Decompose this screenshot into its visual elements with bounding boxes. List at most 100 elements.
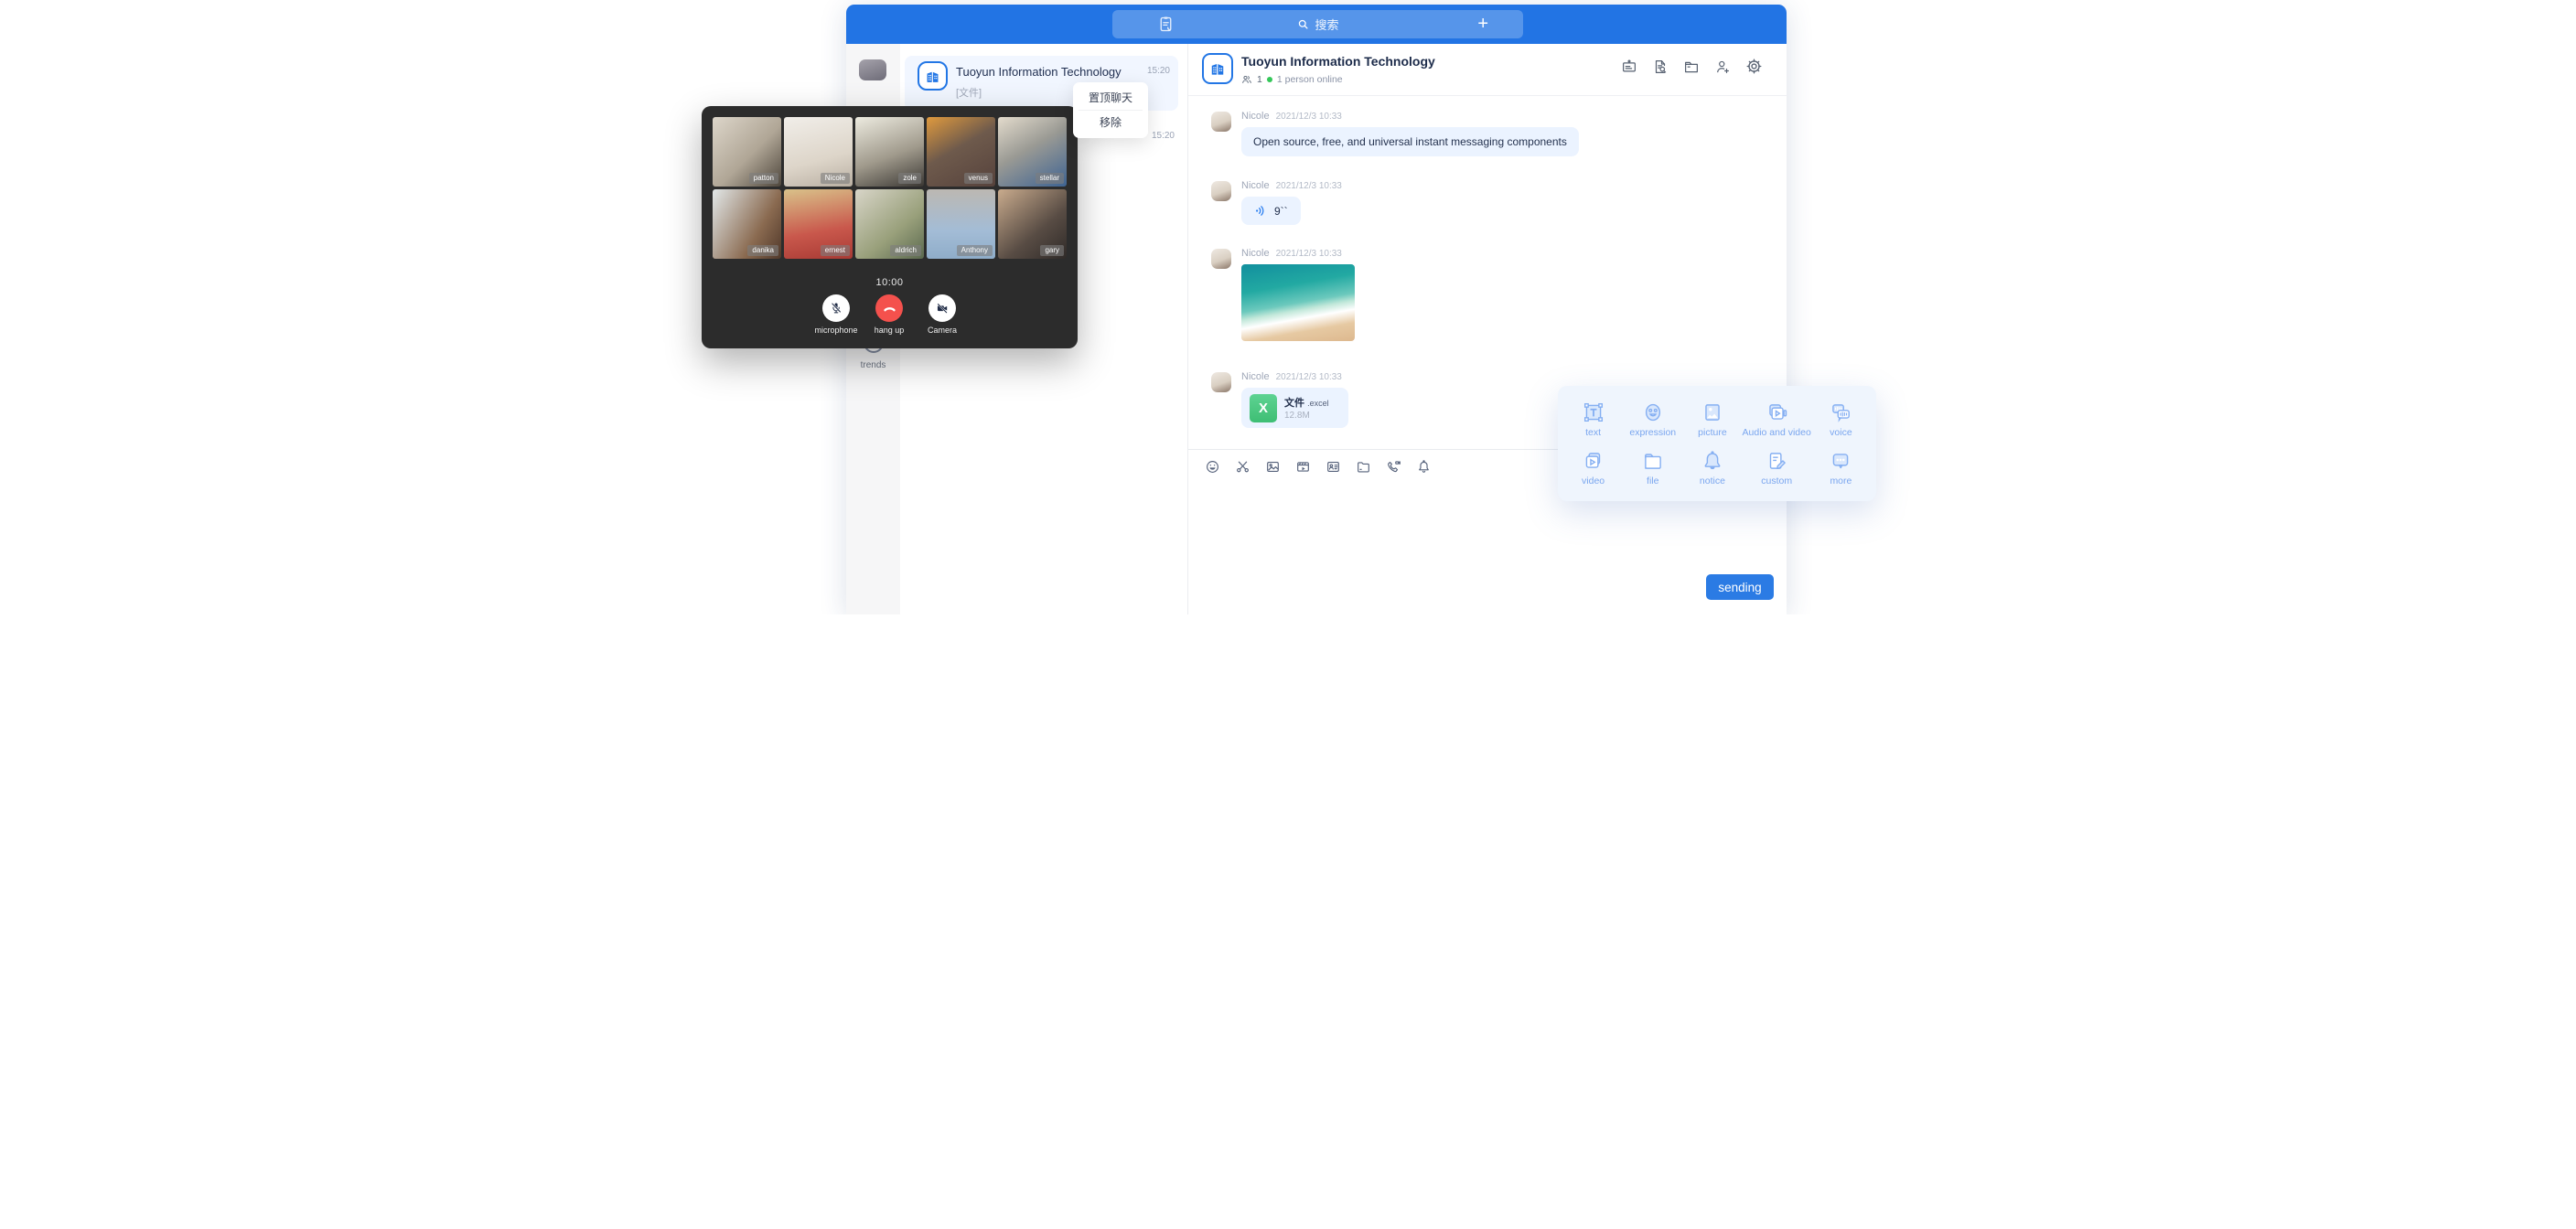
group-avatar (918, 61, 948, 91)
feature-label: custom (1761, 476, 1792, 486)
feature-label: notice (1700, 476, 1725, 486)
file-message-bubble[interactable]: X 文件 .excel 12.8M (1241, 388, 1348, 428)
picture-icon[interactable] (1265, 459, 1281, 479)
custom-icon (1765, 449, 1788, 473)
video-icon (1582, 449, 1605, 473)
microphone-muted-icon (829, 301, 843, 315)
sender-name: Nicole (1241, 111, 1270, 122)
picture-icon (1701, 401, 1724, 424)
building-icon (1208, 59, 1227, 78)
feature-label: more (1830, 476, 1852, 486)
screenshot-scissors-icon[interactable] (1235, 459, 1250, 479)
search-icon (1296, 17, 1310, 31)
file-ext: .excel (1307, 399, 1329, 408)
sender-avatar[interactable] (1211, 372, 1231, 392)
sender-avatar[interactable] (1211, 181, 1231, 201)
feature-picture[interactable]: picture (1682, 395, 1742, 444)
call-participant-tile[interactable]: stellar (998, 117, 1067, 187)
conversation-title: Tuoyun Information Technology (956, 65, 1122, 79)
call-participant-tile[interactable]: ernest (784, 189, 853, 259)
member-count: 1 (1257, 74, 1262, 85)
voice-icon (1829, 401, 1852, 424)
call-participant-tile[interactable]: aldrich (855, 189, 924, 259)
conversation-preview: [文件] (956, 85, 982, 100)
send-button[interactable]: sending (1706, 574, 1774, 600)
text-message-bubble[interactable]: Open source, free, and universal instant… (1241, 127, 1579, 156)
search-field[interactable]: 搜索 (1112, 16, 1523, 33)
folder-icon[interactable] (1356, 459, 1371, 479)
call-participant-tile[interactable]: zole (855, 117, 924, 187)
message-time: 2021/12/3 10:33 (1276, 249, 1342, 259)
chat-title: Tuoyun Information Technology (1241, 54, 1435, 69)
hang-up-label: hang up (862, 326, 917, 335)
participant-name-label: Anthony (957, 245, 993, 256)
microphone-label: microphone (809, 326, 864, 335)
menu-item-pin-chat[interactable]: 置顶聊天 (1073, 86, 1148, 110)
composer-toolbar (1205, 459, 1432, 479)
call-participant-tile[interactable]: Anthony (927, 189, 995, 259)
participant-grid: patton Nicole zole venus stellar danika … (713, 117, 1067, 259)
feature-text[interactable]: text (1563, 395, 1623, 444)
feature-custom[interactable]: custom (1743, 444, 1811, 492)
participant-name-label: aldrich (890, 245, 921, 256)
add-member-icon[interactable] (1714, 59, 1731, 75)
microphone-button[interactable] (822, 294, 850, 322)
settings-gear-icon[interactable] (1745, 58, 1763, 75)
call-participant-tile[interactable]: venus (927, 117, 995, 187)
message-text: Open source, free, and universal instant… (1241, 127, 1579, 156)
notification-bell-icon[interactable] (1416, 459, 1432, 479)
search-history-icon[interactable] (1652, 59, 1669, 75)
feature-label: video (1582, 476, 1605, 486)
feature-label: Audio and video (1743, 427, 1811, 438)
feature-video[interactable]: video (1563, 444, 1623, 492)
sender-avatar[interactable] (1211, 112, 1231, 132)
top-bar: 搜索 + (846, 5, 1787, 44)
menu-item-remove[interactable]: 移除 (1073, 111, 1148, 134)
user-avatar[interactable] (859, 59, 886, 80)
feature-audio-video[interactable]: Audio and video (1743, 395, 1811, 444)
camera-button[interactable] (928, 294, 956, 322)
file-folder-icon (1641, 449, 1665, 473)
hang-up-button[interactable] (875, 294, 903, 322)
add-button[interactable]: + (1477, 14, 1488, 34)
call-participant-tile[interactable]: danika (713, 189, 781, 259)
image-message-beach-photo[interactable] (1241, 264, 1355, 341)
participant-name-label: ernest (821, 245, 850, 256)
notice-bell-icon (1701, 449, 1724, 473)
files-icon[interactable] (1683, 59, 1700, 75)
emoji-icon[interactable] (1205, 459, 1220, 479)
conversation-time-2: 15:20 (1152, 131, 1175, 141)
voice-message-bubble[interactable]: 9`` (1241, 197, 1301, 225)
trends-label: trends (846, 360, 900, 370)
hang-up-icon (882, 301, 897, 316)
screen: 搜索 + trends (644, 0, 1932, 614)
participant-name-label: gary (1040, 245, 1064, 256)
video-clapper-icon[interactable] (1295, 459, 1311, 479)
participant-name-label: Nicole (821, 173, 850, 184)
sender-name: Nicole (1241, 180, 1270, 191)
conversation-time: 15:20 (1147, 66, 1170, 76)
search-bar[interactable]: 搜索 + (1112, 10, 1523, 38)
feature-notice[interactable]: notice (1682, 444, 1742, 492)
chat-header: Tuoyun Information Technology 1 1 person… (1188, 44, 1787, 96)
camera-control: Camera (915, 294, 970, 335)
online-status: 1 person online (1277, 74, 1343, 85)
file-size: 12.8M (1284, 411, 1310, 421)
message-time: 2021/12/3 10:33 (1276, 181, 1342, 191)
call-participant-tile[interactable]: Nicole (784, 117, 853, 187)
contact-card-icon[interactable] (1326, 459, 1341, 479)
sender-avatar[interactable] (1211, 249, 1231, 269)
feature-voice[interactable]: voice (1811, 395, 1871, 444)
search-placeholder: 搜索 (1315, 16, 1338, 33)
call-participant-tile[interactable]: patton (713, 117, 781, 187)
feature-more[interactable]: more (1811, 444, 1871, 492)
feature-file[interactable]: file (1623, 444, 1682, 492)
participant-name-label: zole (898, 173, 921, 184)
feature-expression[interactable]: expression (1623, 395, 1682, 444)
group-notice-icon[interactable] (1621, 59, 1637, 75)
call-participant-tile[interactable]: gary (998, 189, 1067, 259)
conversation-context-menu: 置顶聊天 移除 (1073, 82, 1148, 138)
message-row: Nicole2021/12/3 10:33 (1211, 247, 1760, 341)
expression-icon (1641, 401, 1665, 424)
call-icon[interactable] (1386, 459, 1401, 479)
